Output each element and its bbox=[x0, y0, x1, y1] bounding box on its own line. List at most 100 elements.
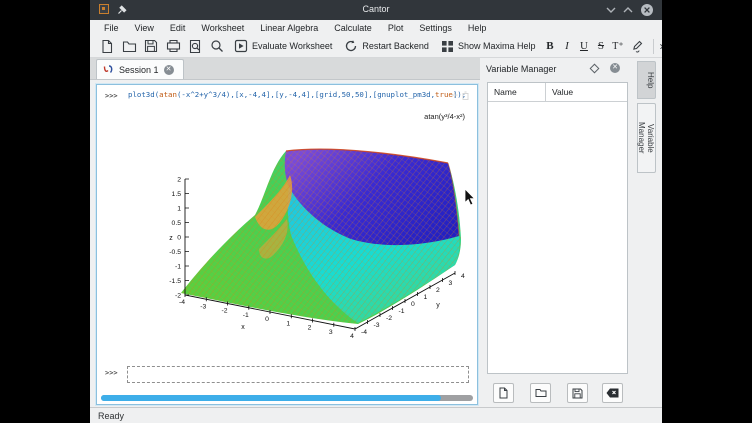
scrollbar-handle[interactable] bbox=[101, 395, 441, 401]
svg-text:-1: -1 bbox=[399, 308, 405, 315]
font-size-button[interactable]: T⁺ bbox=[609, 41, 626, 52]
print-button[interactable] bbox=[162, 37, 184, 56]
search-button[interactable] bbox=[206, 37, 228, 56]
side-tab-help[interactable]: Help bbox=[637, 61, 656, 99]
svg-text:-3: -3 bbox=[374, 322, 380, 329]
menu-edit[interactable]: Edit bbox=[162, 23, 194, 33]
tab-session-1[interactable]: Session 1 ✕ bbox=[96, 59, 184, 79]
evaluate-icon bbox=[234, 39, 248, 53]
mesh-overlay-2 bbox=[181, 149, 461, 324]
svg-text:2: 2 bbox=[436, 287, 440, 294]
restart-backend-button[interactable]: Restart Backend bbox=[338, 39, 435, 53]
window-title: Cantor bbox=[90, 4, 662, 14]
status-text: Ready bbox=[98, 411, 124, 421]
svg-text:1: 1 bbox=[177, 206, 181, 213]
italic-button[interactable]: I bbox=[558, 40, 575, 52]
svg-text:-2: -2 bbox=[221, 308, 227, 315]
svg-text:1.5: 1.5 bbox=[172, 191, 182, 198]
new-document-icon bbox=[498, 387, 509, 399]
svg-text:-2: -2 bbox=[386, 315, 392, 322]
maximize-icon[interactable] bbox=[621, 3, 635, 17]
svg-text:3: 3 bbox=[449, 280, 453, 287]
new-variable-button[interactable] bbox=[493, 383, 514, 403]
menu-worksheet[interactable]: Worksheet bbox=[193, 23, 252, 33]
svg-text:0: 0 bbox=[177, 235, 181, 242]
svg-text:-4: -4 bbox=[179, 299, 185, 306]
close-tab-icon[interactable]: ✕ bbox=[164, 65, 174, 75]
float-panel-icon[interactable] bbox=[590, 64, 600, 74]
restart-icon bbox=[344, 39, 358, 53]
table-header: Name Value bbox=[488, 83, 627, 102]
side-tab-variable-manager[interactable]: Variable Manager bbox=[637, 103, 656, 173]
menu-calculate[interactable]: Calculate bbox=[326, 23, 380, 33]
strikethrough-button[interactable]: S bbox=[592, 40, 609, 52]
new-command-entry[interactable]: >>> bbox=[97, 365, 477, 385]
menu-plot[interactable]: Plot bbox=[380, 23, 412, 33]
svg-text:-1: -1 bbox=[243, 312, 249, 319]
svg-text:-4: -4 bbox=[361, 329, 367, 336]
menu-file[interactable]: File bbox=[96, 23, 127, 33]
menu-linear-algebra[interactable]: Linear Algebra bbox=[252, 23, 326, 33]
svg-text:4: 4 bbox=[350, 333, 354, 340]
show-maxima-help-button[interactable]: Show Maxima Help bbox=[435, 40, 542, 53]
variables-table[interactable]: Name Value bbox=[487, 82, 628, 374]
bold-button[interactable]: B bbox=[541, 40, 558, 52]
svg-text:1: 1 bbox=[424, 294, 428, 301]
svg-text:1: 1 bbox=[286, 320, 290, 327]
z-axis-label: z bbox=[169, 235, 173, 242]
text-color-button[interactable] bbox=[626, 37, 648, 56]
load-variables-button[interactable] bbox=[530, 383, 551, 403]
toolbar-overflow-button[interactable]: › bbox=[659, 39, 662, 53]
save-button[interactable] bbox=[140, 37, 162, 56]
new-document-button[interactable] bbox=[96, 37, 118, 56]
close-window-icon[interactable] bbox=[640, 3, 654, 17]
evaluate-worksheet-button[interactable]: Evaluate Worksheet bbox=[228, 39, 338, 53]
svg-text:4: 4 bbox=[461, 273, 465, 280]
folder-icon bbox=[535, 388, 547, 398]
svg-text:3: 3 bbox=[329, 329, 333, 336]
screen: Cantor File View Edit Worksheet Linear A… bbox=[0, 0, 752, 423]
floppy-icon bbox=[572, 388, 583, 399]
column-name[interactable]: Name bbox=[488, 83, 546, 101]
cantor-window: Cantor File View Edit Worksheet Linear A… bbox=[90, 0, 662, 423]
save-variables-button[interactable] bbox=[567, 383, 588, 403]
svg-text:0.5: 0.5 bbox=[172, 220, 182, 227]
statusbar: Ready bbox=[90, 407, 662, 423]
close-panel-icon[interactable]: ✕ bbox=[610, 63, 620, 73]
plot-title: atan(y³/4-x²) bbox=[424, 112, 465, 121]
menubar: File View Edit Worksheet Linear Algebra … bbox=[90, 20, 662, 35]
print-preview-button[interactable] bbox=[184, 37, 206, 56]
svg-text:2: 2 bbox=[177, 177, 181, 184]
maxima-help-icon bbox=[441, 40, 454, 53]
plot3d-output: atan(y³/4-x²) bbox=[159, 97, 471, 343]
svg-text:-3: -3 bbox=[200, 303, 206, 310]
panel-header: Variable Manager ✕ bbox=[480, 58, 634, 80]
panel-title: Variable Manager bbox=[486, 64, 556, 74]
toolbar: Evaluate Worksheet Restart Backend Show … bbox=[90, 35, 662, 58]
command-prompt: >>> bbox=[105, 92, 118, 100]
panel-button-row bbox=[480, 383, 634, 405]
svg-text:-1.5: -1.5 bbox=[169, 278, 181, 285]
toolbar-separator bbox=[653, 39, 654, 54]
menu-view[interactable]: View bbox=[127, 23, 162, 33]
svg-text:0: 0 bbox=[265, 316, 269, 323]
svg-text:0: 0 bbox=[411, 301, 415, 308]
maxima-session-icon bbox=[103, 64, 114, 75]
clear-variables-button[interactable] bbox=[602, 383, 623, 403]
underline-button[interactable]: U bbox=[575, 40, 592, 52]
z-ticks bbox=[185, 179, 189, 295]
variable-manager-panel: Variable Manager ✕ Name Value bbox=[480, 58, 634, 407]
y-axis-label: y bbox=[436, 302, 440, 309]
worksheet[interactable]: >>> plot3d(atan(-x^2+y^3/4),[x,-4,4],[y,… bbox=[96, 84, 478, 405]
column-value[interactable]: Value bbox=[546, 83, 627, 101]
menu-settings[interactable]: Settings bbox=[411, 23, 460, 33]
svg-text:2: 2 bbox=[308, 325, 312, 332]
minimize-icon[interactable] bbox=[604, 3, 618, 17]
horizontal-scrollbar[interactable] bbox=[101, 395, 473, 401]
clear-backspace-icon bbox=[606, 388, 619, 398]
open-file-button[interactable] bbox=[118, 37, 140, 56]
menu-help[interactable]: Help bbox=[460, 23, 495, 33]
surface-plot: atan(y³/4-x²) bbox=[159, 97, 471, 343]
command-input-box[interactable] bbox=[127, 366, 469, 383]
entry-prompt: >>> bbox=[105, 369, 118, 377]
